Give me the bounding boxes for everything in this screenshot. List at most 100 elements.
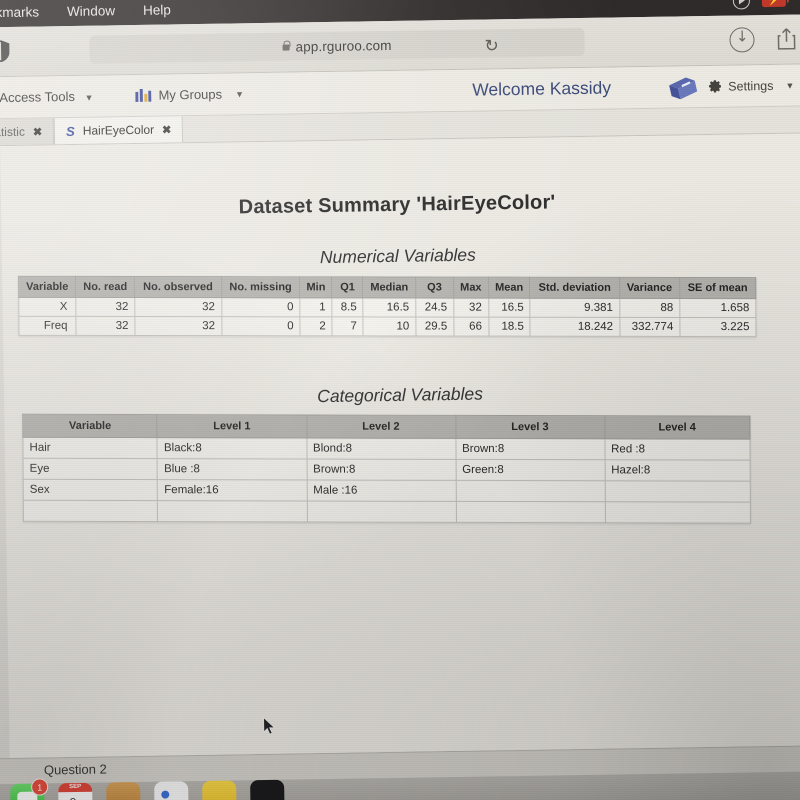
col-se-of-mean: SE of mean <box>679 277 756 299</box>
col-median: Median <box>363 276 416 299</box>
calendar-month-label: SEP <box>58 782 93 793</box>
my-groups-label: My Groups <box>158 86 223 103</box>
gear-icon <box>707 79 722 94</box>
table-row: Freq 32 32 0 2 7 10 29.5 66 18.5 18.242 … <box>18 316 757 337</box>
table-row: Sex Female:16 Male :16 <box>23 479 751 503</box>
cell-level-3 <box>455 501 606 523</box>
tab-haireyecolor-label: HairEyeColor <box>82 122 155 138</box>
menu-item-bookmarks[interactable]: okmarks <box>0 4 39 20</box>
col-level-1: Level 1 <box>157 414 307 439</box>
tab-statistic[interactable]: Statistic ✖ <box>0 118 55 146</box>
close-icon[interactable]: ✖ <box>162 123 171 136</box>
address-bar[interactable]: app.rguroo.com <box>89 27 585 64</box>
close-icon[interactable]: ✖ <box>33 125 42 138</box>
cell-level-1: Female:16 <box>157 479 307 502</box>
cell-level-2: Blond:8 <box>306 438 456 460</box>
play-circle-icon[interactable] <box>732 0 751 10</box>
cell-level-2: Male :16 <box>306 480 456 502</box>
cell-min: 2 <box>300 316 333 336</box>
cell-level-1 <box>157 500 307 523</box>
col-mean: Mean <box>488 277 531 299</box>
reload-icon[interactable]: ↻ <box>484 36 499 56</box>
cell-max: 32 <box>453 298 489 318</box>
col-std-deviation: Std. deviation <box>530 277 620 299</box>
col-level-2: Level 2 <box>306 415 456 439</box>
numerical-variables-heading: Numerical Variables <box>319 244 476 268</box>
cell-se-of-mean: 1.658 <box>679 298 756 318</box>
contacts-icon[interactable] <box>154 781 189 800</box>
table-header-row: Variable No. read No. observed No. missi… <box>18 276 756 299</box>
question-label[interactable]: Question 2 <box>44 761 107 777</box>
cell-q1: 7 <box>332 316 364 337</box>
cell-level-4: Hazel:8 <box>604 459 751 482</box>
book-icon[interactable] <box>666 75 700 102</box>
cell-variance: 332.774 <box>619 317 680 337</box>
cell-se-of-mean: 3.225 <box>679 317 757 337</box>
download-icon[interactable] <box>729 27 755 53</box>
settings-menu[interactable]: Settings ▼ <box>707 78 794 94</box>
cell-level-3: Green:8 <box>455 459 605 481</box>
cell-max: 66 <box>453 317 489 337</box>
cell-variable: X <box>18 297 76 317</box>
notes-icon[interactable] <box>106 781 141 800</box>
share-icon[interactable] <box>776 27 796 51</box>
battery-charging-icon[interactable]: ⚡ <box>761 0 792 8</box>
cell-no-missing: 0 <box>221 316 301 336</box>
cell-no-missing: 0 <box>221 297 301 317</box>
cell-level-4 <box>604 501 751 524</box>
calendar-icon[interactable]: SEP 9 <box>58 782 93 800</box>
tab-haireyecolor[interactable]: S HairEyeColor ✖ <box>53 116 184 145</box>
lock-icon <box>282 44 290 51</box>
cell-variable: Eye <box>23 458 158 480</box>
col-max: Max <box>453 277 489 299</box>
my-groups-menu[interactable]: My Groups ▼ <box>135 86 244 103</box>
col-level-3: Level 3 <box>455 415 605 439</box>
quick-access-tools-label: uick Access Tools <box>0 88 76 106</box>
menu-spacer <box>199 1 733 9</box>
messages-badge: 1 <box>31 778 49 796</box>
cell-mean: 18.5 <box>488 317 531 337</box>
col-no-missing: No. missing <box>221 276 300 298</box>
cell-level-1: Black:8 <box>157 437 307 460</box>
cell-variable: Sex <box>23 479 158 501</box>
cell-no-observed: 32 <box>134 316 222 336</box>
menu-item-help[interactable]: Help <box>143 2 171 17</box>
cell-mean: 16.5 <box>488 298 531 318</box>
terminal-icon[interactable] <box>250 779 285 800</box>
col-no-read: No. read <box>75 276 135 298</box>
cell-level-4: Red :8 <box>604 438 751 461</box>
welcome-message: Welcome Kassidy <box>472 77 612 100</box>
reminders-icon[interactable] <box>202 780 237 800</box>
cell-no-read: 32 <box>75 297 135 317</box>
tab-statistic-label: Statistic <box>0 124 25 140</box>
table-header-row: Variable Level 1 Level 2 Level 3 Level 4 <box>22 414 750 440</box>
col-q1: Q1 <box>331 276 364 299</box>
cell-level-2 <box>306 501 457 523</box>
col-variance: Variance <box>619 277 680 299</box>
col-min: Min <box>299 276 333 298</box>
messages-icon[interactable]: 1 <box>10 778 49 800</box>
cell-variable: Hair <box>22 437 158 459</box>
quick-access-tools-menu[interactable]: uick Access Tools ▼ <box>0 89 94 106</box>
cell-q3: 24.5 <box>415 298 454 318</box>
cell-level-4 <box>604 480 751 503</box>
cell-level-1: Blue :8 <box>157 458 307 481</box>
url-text: app.rguroo.com <box>295 37 392 54</box>
shield-icon[interactable] <box>0 40 10 63</box>
settings-label: Settings <box>728 78 774 94</box>
cell-no-read: 32 <box>75 316 136 336</box>
chevron-down-icon: ▼ <box>234 88 245 99</box>
table-row: Hair Black:8 Blond:8 Brown:8 Red :8 <box>22 437 751 461</box>
s-dataset-icon: S <box>65 123 75 139</box>
col-no-observed: No. observed <box>134 276 222 298</box>
cell-min: 1 <box>299 297 333 317</box>
report-canvas: Dataset Summary 'HairEyeColor' Numerical… <box>0 133 800 787</box>
chevron-down-icon: ▼ <box>84 92 94 103</box>
cell-variable <box>23 500 158 522</box>
groups-icon <box>135 88 152 102</box>
chevron-down-icon: ▼ <box>785 80 795 91</box>
photographed-screen: okmarks Window Help ⚡ app.rguroo.com ↻ <box>0 0 800 800</box>
cell-level-3 <box>455 480 605 502</box>
menu-item-window[interactable]: Window <box>67 3 115 19</box>
cell-q1: 8.5 <box>332 297 364 318</box>
